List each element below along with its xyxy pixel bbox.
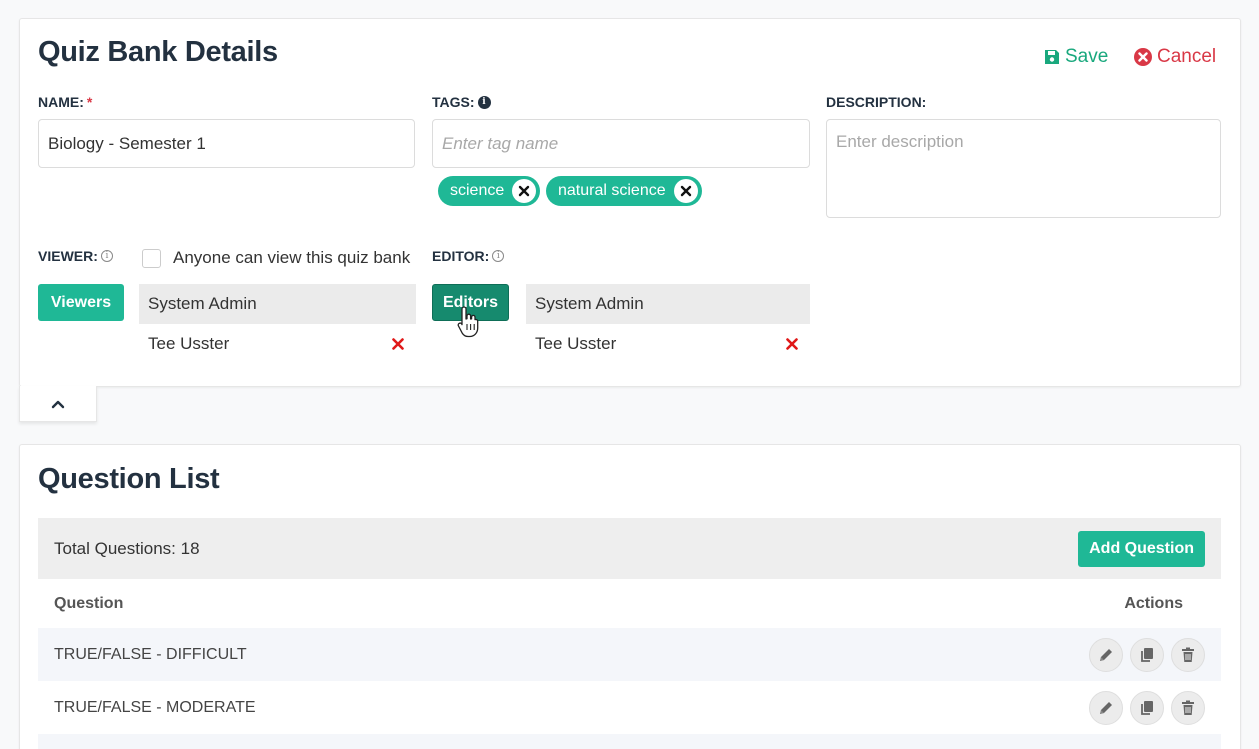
copy-button[interactable] bbox=[1130, 690, 1164, 725]
remove-viewer-icon[interactable] bbox=[392, 338, 404, 350]
trash-icon bbox=[1180, 700, 1196, 716]
hand-cursor-icon bbox=[456, 305, 482, 344]
quiz-bank-details-card: Quiz Bank Details Save Cancel NAME: * TA… bbox=[19, 18, 1241, 387]
required-mark: * bbox=[86, 94, 93, 110]
pencil-icon bbox=[1098, 647, 1114, 663]
viewers-button[interactable]: Viewers bbox=[38, 284, 124, 321]
page-title: Quiz Bank Details bbox=[38, 36, 278, 68]
description-field[interactable] bbox=[826, 119, 1221, 218]
tag-chip-label: science bbox=[450, 182, 505, 199]
row-actions bbox=[1089, 690, 1205, 725]
cancel-button[interactable]: Cancel bbox=[1134, 46, 1216, 68]
editor-label: EDITOR: i bbox=[432, 248, 505, 264]
copy-button[interactable] bbox=[1130, 637, 1164, 672]
row-actions bbox=[1089, 637, 1205, 672]
remove-tag-icon[interactable] bbox=[512, 179, 537, 203]
floppy-disk-icon bbox=[1044, 49, 1060, 65]
cancel-label: Cancel bbox=[1157, 46, 1217, 67]
info-icon[interactable]: i bbox=[100, 250, 113, 262]
name-label-text: NAME: bbox=[38, 94, 84, 110]
question-summary-bar: Total Questions: 18 Add Question bbox=[38, 518, 1221, 579]
info-icon[interactable]: i bbox=[477, 95, 491, 109]
editors-list: System Admin Tee Usster bbox=[526, 284, 810, 364]
trash-icon bbox=[1180, 647, 1196, 663]
copy-icon bbox=[1139, 647, 1155, 663]
viewer-name: Tee Usster bbox=[148, 334, 230, 353]
viewer-label-text: VIEWER: bbox=[38, 248, 98, 264]
tags-label-text: TAGS: bbox=[432, 94, 475, 110]
info-icon[interactable]: i bbox=[492, 250, 505, 262]
checkbox-box[interactable] bbox=[142, 248, 161, 268]
viewer-name: System Admin bbox=[148, 294, 257, 313]
delete-button[interactable] bbox=[1171, 637, 1205, 672]
anyone-can-view-checkbox[interactable]: Anyone can view this quiz bank bbox=[142, 248, 410, 268]
list-item: System Admin bbox=[139, 284, 416, 324]
name-field[interactable] bbox=[38, 119, 415, 168]
tag-input[interactable] bbox=[432, 119, 810, 168]
table-row: TRUE/FALSE - DIFFICULT bbox=[38, 628, 1221, 681]
add-question-button[interactable]: Add Question bbox=[1078, 530, 1205, 567]
table-row: TRUE/FALSE - MODERATE bbox=[38, 681, 1221, 734]
remove-tag-icon[interactable] bbox=[673, 179, 698, 203]
collapse-toggle[interactable] bbox=[19, 386, 97, 422]
edit-button[interactable] bbox=[1089, 637, 1123, 672]
list-item: Tee Usster bbox=[139, 324, 416, 364]
save-button[interactable]: Save bbox=[1044, 46, 1108, 68]
column-header-question: Question bbox=[54, 594, 124, 612]
edit-button[interactable] bbox=[1089, 690, 1123, 725]
column-header-actions: Actions bbox=[1124, 594, 1183, 612]
tag-chip: natural science bbox=[546, 176, 702, 206]
save-label: Save bbox=[1065, 46, 1109, 67]
viewer-label: VIEWER: i bbox=[38, 248, 113, 264]
table-row bbox=[38, 734, 1221, 749]
editor-name: System Admin bbox=[535, 294, 644, 313]
table-header: Question Actions bbox=[38, 579, 1221, 628]
viewers-list: System Admin Tee Usster bbox=[139, 284, 416, 364]
tag-chip-label: natural science bbox=[558, 182, 666, 199]
list-item: Tee Usster bbox=[526, 324, 810, 364]
section-title: Question List bbox=[38, 463, 220, 495]
total-questions: Total Questions: 18 bbox=[54, 538, 200, 558]
name-label: NAME: * bbox=[38, 94, 92, 110]
question-list-card: Question List Total Questions: 18 Add Qu… bbox=[19, 444, 1241, 749]
tags-label: TAGS: i bbox=[432, 94, 491, 110]
editor-label-text: EDITOR: bbox=[432, 248, 490, 264]
pencil-icon bbox=[1098, 700, 1114, 716]
remove-editor-icon[interactable] bbox=[786, 338, 798, 350]
list-item: System Admin bbox=[526, 284, 810, 324]
question-text: TRUE/FALSE - DIFFICULT bbox=[54, 645, 247, 663]
tag-chip: science bbox=[438, 176, 541, 206]
description-label: DESCRIPTION: bbox=[826, 94, 927, 110]
delete-button[interactable] bbox=[1171, 690, 1205, 725]
anyone-can-view-label: Anyone can view this quiz bank bbox=[173, 248, 411, 267]
times-circle-icon bbox=[1134, 48, 1152, 66]
copy-icon bbox=[1139, 700, 1155, 716]
question-text: TRUE/FALSE - MODERATE bbox=[54, 698, 256, 716]
chevron-up-icon bbox=[51, 399, 65, 409]
editor-name: Tee Usster bbox=[535, 334, 617, 353]
